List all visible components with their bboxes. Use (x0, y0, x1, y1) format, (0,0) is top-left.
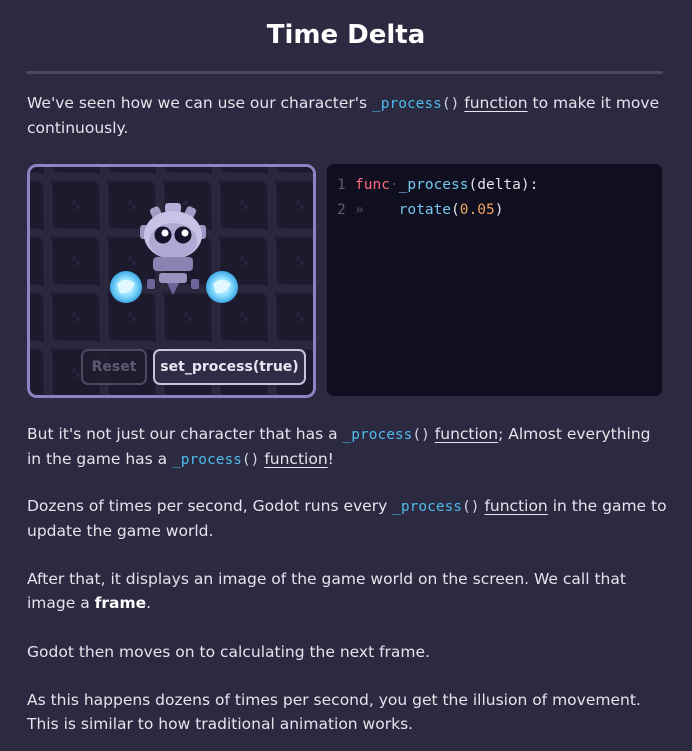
code-editor[interactable]: 1 func·_process(delta): 2» rotate(0.05) (327, 164, 662, 396)
paragraph-3: After that, it displays an image of the … (27, 570, 626, 612)
paragraph-2: Dozens of times per second, Godot runs e… (27, 497, 667, 540)
reset-button[interactable]: Reset (81, 349, 147, 385)
code-line-1: 1 func·_process(delta): (337, 177, 539, 193)
function-link[interactable]: function (264, 450, 327, 468)
left-hand (110, 271, 142, 303)
code-process: _process() (172, 452, 260, 468)
function-link[interactable]: function (464, 94, 527, 112)
code-process: _process() (392, 499, 480, 515)
intro-paragraph: We've seen how we can use our character'… (27, 91, 667, 140)
page-title: Time Delta (266, 20, 426, 50)
title-divider (26, 71, 663, 74)
lesson-page: Time Delta We've seen how we can use our… (0, 0, 692, 751)
paragraph-1: But it's not just our character that has… (27, 425, 651, 468)
code-process: _process() (342, 427, 430, 443)
function-link[interactable]: function (435, 425, 498, 443)
frame-term: frame (94, 594, 147, 612)
right-hand (206, 271, 238, 303)
function-link[interactable]: function (484, 497, 547, 515)
paragraph-4: Godot then moves on to calculating the n… (27, 643, 430, 661)
intro-text: We've seen how we can use our character'… (27, 94, 373, 112)
code-line-2: 2» rotate(0.05) (337, 202, 504, 218)
code-process: _process() (372, 96, 460, 112)
set-process-button[interactable]: set_process(true) (153, 349, 306, 385)
game-preview: Reset set_process(true) (27, 164, 316, 398)
paragraph-5: As this happens dozens of times per seco… (27, 691, 641, 733)
